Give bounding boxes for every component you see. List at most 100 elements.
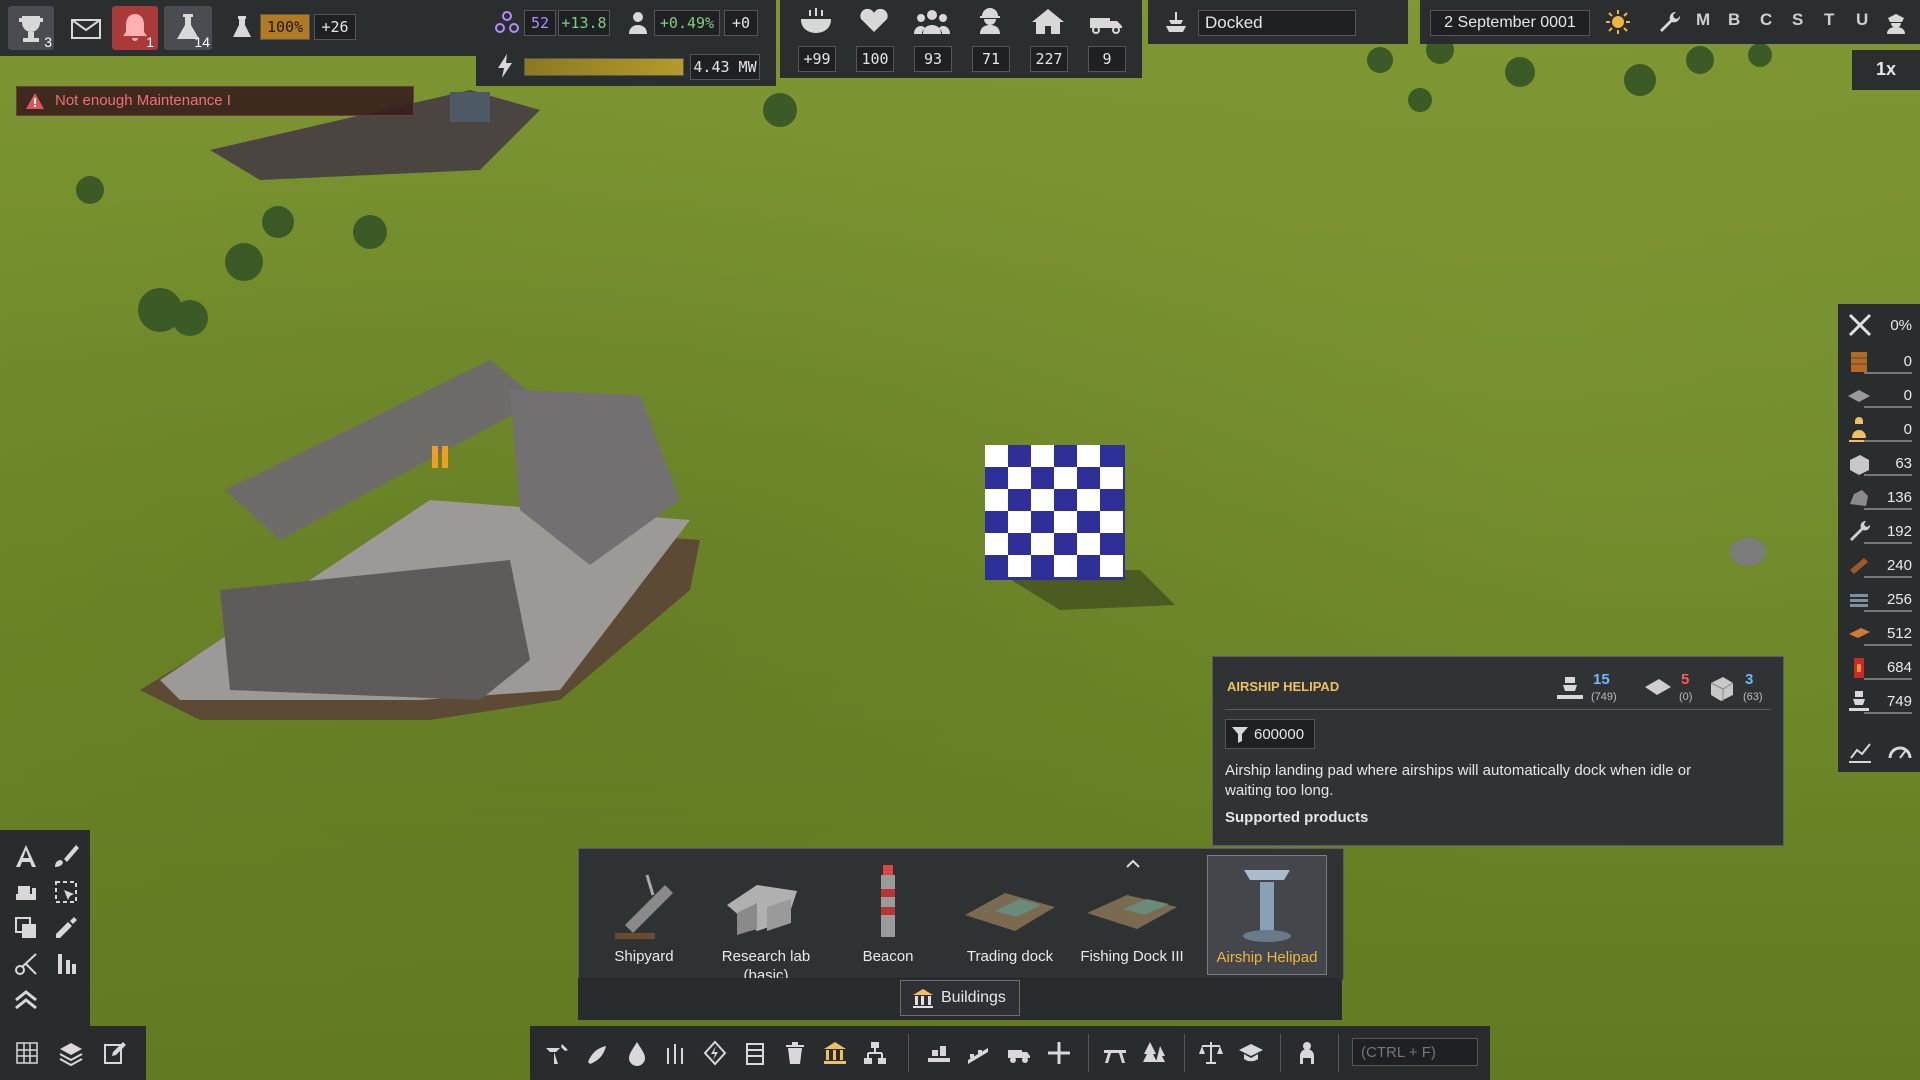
power-icon[interactable]: [702, 1040, 728, 1066]
education-icon[interactable]: [1238, 1040, 1264, 1066]
chevron-up-icon: [1126, 859, 1140, 868]
supported-products-label: Supported products: [1225, 809, 1369, 826]
funnel-icon: [1232, 727, 1248, 743]
captain-icon[interactable]: [1884, 10, 1908, 34]
bulldozer-tool-icon[interactable]: [12, 878, 40, 906]
resource-row[interactable]: 749: [1838, 684, 1920, 718]
grid-icon[interactable]: [14, 1040, 40, 1066]
storage-icon[interactable]: [742, 1040, 768, 1066]
vehicles-stat[interactable]: 9: [1086, 6, 1126, 74]
build-item-airship-helipad[interactable]: Airship Helipad: [1207, 855, 1327, 975]
crops-icon[interactable]: [662, 1040, 688, 1066]
sun-icon: [1606, 10, 1630, 34]
mining-icon[interactable]: [544, 1040, 570, 1066]
copper-icon: [1849, 628, 1870, 638]
wrench-icon[interactable]: [1658, 10, 1682, 34]
resource-row[interactable]: 0: [1838, 344, 1920, 378]
edit-icon[interactable]: [102, 1040, 128, 1066]
stats-button[interactable]: [1846, 738, 1874, 766]
build-item-trading-dock[interactable]: Trading dock: [951, 855, 1069, 973]
eyedropper-tool-icon[interactable]: [52, 914, 80, 942]
resource-row[interactable]: 0: [1838, 378, 1920, 412]
cut-tool-icon[interactable]: [12, 950, 40, 978]
resource-row[interactable]: 192: [1838, 514, 1920, 548]
build-item-beacon[interactable]: Beacon: [829, 855, 947, 973]
health-stat[interactable]: 100: [854, 6, 894, 74]
waste-icon[interactable]: [782, 1040, 808, 1066]
select-area-icon[interactable]: [52, 878, 80, 906]
maintenance-pct: 0%: [1890, 316, 1912, 334]
trophy-count: 3: [44, 34, 52, 50]
resource-value: 512: [1886, 624, 1912, 642]
resource-value: 240: [1886, 556, 1912, 574]
maintenance-alert[interactable]: Not enough Maintenance I: [16, 86, 414, 116]
steel-icon: [1850, 594, 1868, 607]
population-stat[interactable]: +0.49% +0: [626, 10, 776, 36]
power-value: 4.43 MW: [690, 54, 760, 80]
resource-row[interactable]: 684: [1838, 650, 1920, 684]
people-category-icon[interactable]: [1294, 1040, 1320, 1066]
build-item-label: Beacon: [862, 948, 914, 965]
terrain-icon[interactable]: [1102, 1040, 1128, 1066]
resource-value: 136: [1886, 488, 1912, 506]
mail-button[interactable]: [66, 6, 106, 50]
brush-tool-icon[interactable]: [52, 842, 80, 870]
balance-icon[interactable]: [1198, 1040, 1224, 1066]
research-status[interactable]: 100% +26: [222, 10, 392, 44]
resource-row[interactable]: 512: [1838, 616, 1920, 650]
housing-stat[interactable]: 227: [1028, 6, 1068, 74]
notification-count: 1: [146, 34, 154, 50]
transport-icon[interactable]: [1046, 1040, 1072, 1066]
resource-row[interactable]: 0: [1838, 412, 1920, 446]
farm-icon[interactable]: [584, 1040, 610, 1066]
population-count-stat[interactable]: 93: [912, 6, 952, 74]
research-lab-icon: [727, 885, 797, 935]
conveyor-icon[interactable]: [926, 1040, 952, 1066]
ship-status-panel[interactable]: Docked: [1148, 0, 1408, 44]
workers-stat[interactable]: 71: [970, 6, 1010, 74]
shortcut-b[interactable]: B: [1728, 10, 1740, 30]
logistics-icon[interactable]: [862, 1040, 888, 1066]
resource-bar: [1864, 576, 1912, 578]
plate-icon: [1848, 390, 1870, 402]
build-item-fishing-dock[interactable]: Fishing Dock III: [1073, 855, 1191, 973]
notifications-button[interactable]: 1: [112, 6, 158, 50]
shortcut-m[interactable]: M: [1696, 10, 1710, 30]
food-icon: [800, 8, 832, 34]
shortcut-t[interactable]: T: [1824, 10, 1834, 30]
water-icon[interactable]: [624, 1040, 650, 1066]
layers-icon[interactable]: [58, 1040, 84, 1066]
search-input[interactable]: [1352, 1038, 1478, 1066]
unity-stat[interactable]: 52 +13.8: [494, 10, 644, 36]
belt-icon[interactable]: [966, 1040, 992, 1066]
research-queue-button[interactable]: 14: [164, 6, 212, 50]
trees-icon[interactable]: [1142, 1040, 1168, 1066]
maintenance-row[interactable]: 0%: [1838, 308, 1920, 342]
game-speed-button[interactable]: 1x: [1852, 50, 1920, 90]
food-stat[interactable]: +99: [796, 6, 836, 74]
build-item-research-lab[interactable]: Research lab (basic): [707, 855, 825, 984]
shortcut-s[interactable]: S: [1792, 10, 1803, 30]
power-stat[interactable]: 4.43 MW: [494, 52, 764, 80]
vehicle-icon[interactable]: [1006, 1040, 1032, 1066]
trophy-button[interactable]: 3: [8, 6, 54, 50]
resource-row[interactable]: 256: [1838, 582, 1920, 616]
buildings-category-icon[interactable]: [822, 1040, 848, 1066]
pause-tool-icon[interactable]: [52, 950, 80, 978]
population-delta: +0: [724, 10, 758, 36]
copy-tool-icon[interactable]: [12, 914, 40, 942]
category-buildings-button[interactable]: Buildings: [900, 980, 1020, 1016]
resource-row[interactable]: 240: [1838, 548, 1920, 582]
recipes-button[interactable]: [1886, 738, 1914, 766]
resource-row[interactable]: 63: [1838, 446, 1920, 480]
date-display: 2 September 0001: [1430, 10, 1590, 36]
shortcut-c[interactable]: C: [1760, 10, 1772, 30]
shortcut-u[interactable]: U: [1856, 10, 1868, 30]
resource-value: 749: [1886, 692, 1912, 710]
build-item-shipyard[interactable]: Shipyard: [585, 855, 703, 973]
text-tool-icon[interactable]: [12, 842, 40, 870]
resource-row[interactable]: 136: [1838, 480, 1920, 514]
research-count: 14: [194, 34, 210, 50]
resource-value: 63: [1895, 454, 1912, 472]
upgrade-tool-icon[interactable]: [12, 986, 40, 1014]
